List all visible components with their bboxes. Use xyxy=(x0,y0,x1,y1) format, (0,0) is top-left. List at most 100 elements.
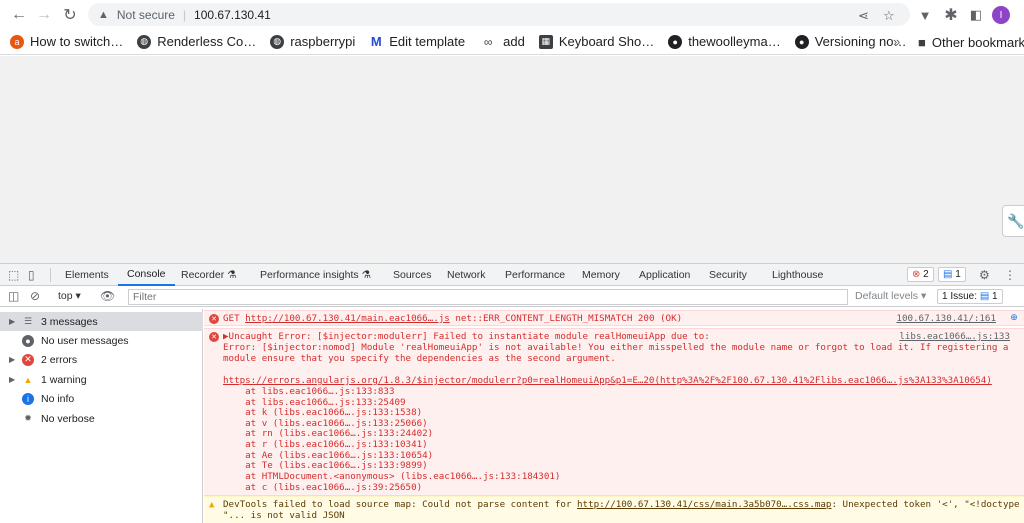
message-source-link[interactable]: libs.eac1066….js:133 xyxy=(899,331,1010,342)
network-icon[interactable]: ⊕ xyxy=(1010,312,1018,323)
stack-frame[interactable]: at k (libs.eac1066….js:133:1538) xyxy=(223,407,422,418)
issues-count: 1 xyxy=(992,291,998,302)
tab-security[interactable]: Security xyxy=(709,264,747,286)
message-text[interactable]: ▶Uncaught Error: [$injector:modulerr] Fa… xyxy=(223,331,710,342)
console-output: ✕ GET http://100.67.130.41/main.eac1066…… xyxy=(204,309,1024,523)
sidebar-item-messages[interactable]: ▶ ☰ 3 messages xyxy=(0,312,203,331)
chevron-right-icon: ▶ xyxy=(9,317,16,326)
bookmarks-bar: a How to switch… ◍ Renderless Co… ◍ raspber… xyxy=(0,29,1024,55)
tab-recorder[interactable]: Recorder ⚗ xyxy=(181,264,237,286)
clear-console-icon[interactable]: ⊘ xyxy=(30,289,40,303)
message-text: : Unexpected token '<', "<!doctype xyxy=(831,499,1020,510)
bookmark-item[interactable]: ◍ Renderless Co… xyxy=(137,34,256,49)
log-levels-dropdown[interactable]: Default levels ▾ xyxy=(855,290,926,302)
stack-frame[interactable]: at r (libs.eac1066….js:133:10341) xyxy=(223,439,428,450)
bug-icon: ✹ xyxy=(24,413,32,423)
bookmark-item[interactable]: M Edit template xyxy=(369,34,465,49)
back-arrow-icon[interactable]: ← xyxy=(8,4,30,26)
context-selector[interactable]: top ▾ xyxy=(58,290,81,302)
divider xyxy=(50,268,51,282)
error-count-badge[interactable]: ⊗ 2 xyxy=(907,267,934,282)
inspect-icon[interactable]: ⬚ xyxy=(8,268,19,282)
sidepanel-icon[interactable]: ◧ xyxy=(965,4,987,26)
globe-icon: ◍ xyxy=(137,34,152,49)
tab-performance-insights[interactable]: Performance insights ⚗ xyxy=(260,264,371,286)
console-sidebar: ▶ ☰ 3 messages ● No user messages ▶ ✕ 2 … xyxy=(0,309,203,523)
bookmark-item[interactable]: ▦ Keyboard Sho… xyxy=(538,34,654,49)
stack-frame[interactable]: at Te (libs.eac1066….js:133:9899) xyxy=(223,460,428,471)
sidebar-toggle-icon[interactable]: ◫ xyxy=(8,289,19,303)
tab-console[interactable]: Console xyxy=(118,264,175,286)
eye-icon[interactable]: 👁 xyxy=(100,289,115,303)
message-text: GET xyxy=(223,313,246,324)
error-icon: ✕ xyxy=(209,332,219,342)
profile-avatar[interactable]: I xyxy=(990,4,1012,26)
stack-frame[interactable]: at libs.eac1066….js:133:833 xyxy=(223,386,394,397)
address-bar[interactable]: ▲ Not secure | 100.67.130.41 ⋖ ☆ xyxy=(88,3,910,26)
stack-frame[interactable]: at rn (libs.eac1066….js:133:24402) xyxy=(223,428,433,439)
tab-elements[interactable]: Elements xyxy=(65,264,109,286)
message-icon: ▤ xyxy=(943,269,953,280)
error-count: 2 xyxy=(923,269,929,280)
page-viewport: 🔧 xyxy=(0,56,1024,263)
bookmark-label: How to switch… xyxy=(30,34,124,49)
reload-icon[interactable]: ↻ xyxy=(59,4,81,26)
sidebar-item-verbose[interactable]: ✹ No verbose xyxy=(0,409,203,428)
bookmark-item[interactable]: ● Versioning no… xyxy=(794,34,907,49)
sidebar-item-errors[interactable]: ▶ ✕ 2 errors xyxy=(0,350,203,369)
flask-icon: ⚗ xyxy=(227,269,237,281)
issue-count: 1 xyxy=(955,269,961,280)
bookmark-item[interactable]: ● thewoolleyma… xyxy=(668,34,781,49)
sidebar-item-warnings[interactable]: ▶ ▲ 1 warning xyxy=(0,370,203,389)
tab-memory[interactable]: Memory xyxy=(582,264,620,286)
m-icon: M xyxy=(370,34,382,49)
puzzle-icon[interactable]: ✱ xyxy=(940,4,962,26)
sidebar-item-user-messages[interactable]: ● No user messages xyxy=(0,331,203,350)
info-icon: i xyxy=(22,392,34,405)
gear-icon[interactable]: ⚙ xyxy=(979,268,990,282)
bookmark-item[interactable]: ◍ raspberrypi xyxy=(270,34,355,49)
console-error-message: ✕ ▶Uncaught Error: [$injector:modulerr] … xyxy=(204,328,1024,496)
stack-frame[interactable]: at c (libs.eac1066….js:39:25650) xyxy=(223,482,422,493)
other-bookmarks[interactable]: ■ Other bookmarks xyxy=(918,29,1024,54)
extension-v-icon[interactable]: ▼ xyxy=(914,4,936,26)
forward-arrow-icon[interactable]: → xyxy=(33,4,55,26)
wrench-icon[interactable]: 🔧 xyxy=(1002,205,1024,237)
context-label: top xyxy=(58,290,73,302)
console-warning-message: ▲ DevTools failed to load source map: Co… xyxy=(204,496,1024,523)
message-source-link[interactable]: 100.67.130.41/:161 xyxy=(896,313,996,324)
star-icon[interactable]: ☆ xyxy=(883,8,895,24)
tab-network[interactable]: Network xyxy=(447,264,486,286)
other-bookmarks-label: Other bookmarks xyxy=(931,34,1024,50)
error-icon: ✕ xyxy=(22,353,34,366)
tab-performance[interactable]: Performance xyxy=(505,264,565,286)
bookmark-label: Renderless Co… xyxy=(157,34,257,49)
tab-application[interactable]: Application xyxy=(639,264,690,286)
bookmark-item[interactable]: ∞ add xyxy=(479,34,525,49)
issue-count-badge[interactable]: ▤ 1 xyxy=(938,267,966,282)
message-link[interactable]: http://100.67.130.41/css/main.3a5b070….c… xyxy=(577,499,831,510)
kebab-menu-icon[interactable]: ⋮ xyxy=(1004,268,1016,282)
url-text[interactable]: 100.67.130.41 xyxy=(194,8,271,22)
filter-input[interactable] xyxy=(128,289,848,305)
bookmark-label: add xyxy=(503,34,525,49)
sidebar-item-info[interactable]: i No info xyxy=(0,389,203,408)
stack-frame[interactable]: at HTMLDocument.<anonymous> (libs.eac106… xyxy=(223,471,560,482)
bookmark-item[interactable]: a How to switch… xyxy=(10,34,123,49)
glasses-icon: ∞ xyxy=(483,34,493,49)
bookmark-label: thewoolleyma… xyxy=(688,34,781,49)
security-label: Not secure xyxy=(116,7,175,22)
tab-lighthouse[interactable]: Lighthouse xyxy=(772,264,823,286)
message-icon: ▤ xyxy=(979,291,990,302)
device-toggle-icon[interactable]: ▯ xyxy=(28,268,35,282)
error-docs-link[interactable]: https://errors.angularjs.org/1.8.3/$inje… xyxy=(223,375,992,386)
share-icon[interactable]: ⋖ xyxy=(858,8,869,24)
chevron-right-icon[interactable]: » xyxy=(893,34,900,49)
message-link[interactable]: http://100.67.130.41/main.eac1066….js xyxy=(245,313,450,324)
devtools-tabbar: ⬚ ▯ Elements Console Recorder ⚗ Performa… xyxy=(0,264,1024,286)
issues-button[interactable]: 1 Issue: ▤ 1 xyxy=(937,289,1003,304)
tab-recorder-label: Recorder xyxy=(181,269,225,281)
tab-sources[interactable]: Sources xyxy=(393,264,432,286)
message-text: "... is not valid JSON xyxy=(223,510,345,521)
chevron-down-icon: ▾ xyxy=(75,290,81,302)
